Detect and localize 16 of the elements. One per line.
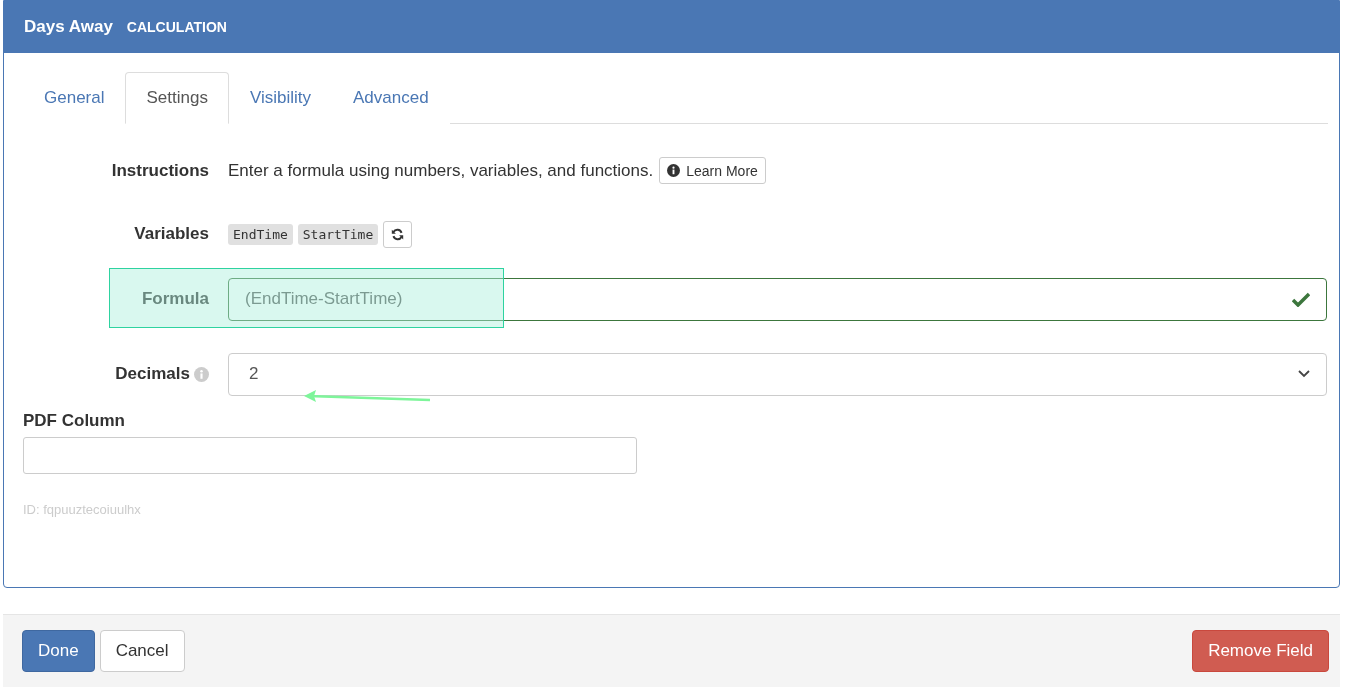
variable-tag[interactable]: StartTime [297,223,379,245]
remove-field-button[interactable]: Remove Field [1192,630,1329,672]
field-title: Days Away [24,17,113,37]
cancel-button[interactable]: Cancel [99,630,185,672]
field-type: CALCULATION [126,19,227,35]
decimals-select[interactable]: 2 [228,352,1327,396]
done-button[interactable]: Done [22,630,95,672]
variable-tag[interactable]: EndTime [228,223,293,245]
pdf-column-label: PDF Column [23,411,126,431]
row-label: Variables [134,224,209,244]
row-label: Formula [141,289,209,309]
learn-more-button[interactable]: Learn More [659,157,766,184]
row-label: Decimals [115,364,190,384]
tab[interactable]: Settings [125,72,229,124]
instructions-text: Enter a formula using numbers, variables, and functions. [228,160,654,181]
row-label: Instructions [111,160,209,181]
